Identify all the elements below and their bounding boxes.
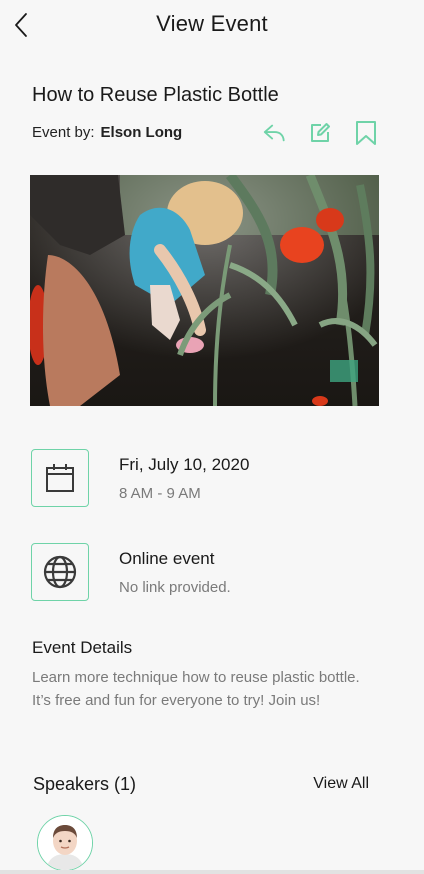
view-all-speakers-link[interactable]: View All	[313, 775, 369, 793]
calendar-icon	[46, 464, 74, 492]
top-bar: View Event	[0, 0, 424, 50]
event-date-row: Fri, July 10, 2020 8 AM - 9 AM	[31, 449, 391, 509]
location-type: Online event	[119, 549, 215, 568]
details-description: Learn more technique how to reuse plasti…	[32, 669, 360, 709]
globe-icon	[43, 555, 77, 589]
speaker-avatar[interactable]	[37, 815, 93, 871]
globe-icon-box	[31, 543, 89, 601]
organizer-name: Elson Long	[100, 124, 183, 141]
speaker-avatar-image	[38, 816, 92, 870]
bottom-divider	[0, 870, 424, 874]
bookmark-icon	[356, 121, 376, 145]
share-button[interactable]	[262, 120, 286, 146]
event-date: Fri, July 10, 2020	[119, 455, 250, 474]
share-reply-icon	[263, 124, 285, 142]
edit-button[interactable]	[308, 120, 332, 146]
organizer-prefix: Event by:	[32, 124, 95, 141]
edit-icon	[311, 123, 330, 142]
calendar-icon-box	[31, 449, 89, 507]
event-title: How to Reuse Plastic Bottle	[32, 84, 279, 106]
bookmark-button[interactable]	[354, 120, 378, 146]
page-title: View Event	[156, 11, 268, 36]
event-actions	[262, 120, 378, 146]
speakers-heading: Speakers (1)	[33, 774, 137, 794]
location-link: No link provided.	[119, 579, 231, 596]
event-photo	[30, 175, 379, 406]
details-heading: Event Details	[32, 638, 133, 657]
event-location-row: Online event No link provided.	[31, 543, 391, 603]
event-time: 8 AM - 9 AM	[119, 485, 201, 502]
organizer-line: Event by: Elson Long	[32, 124, 182, 141]
